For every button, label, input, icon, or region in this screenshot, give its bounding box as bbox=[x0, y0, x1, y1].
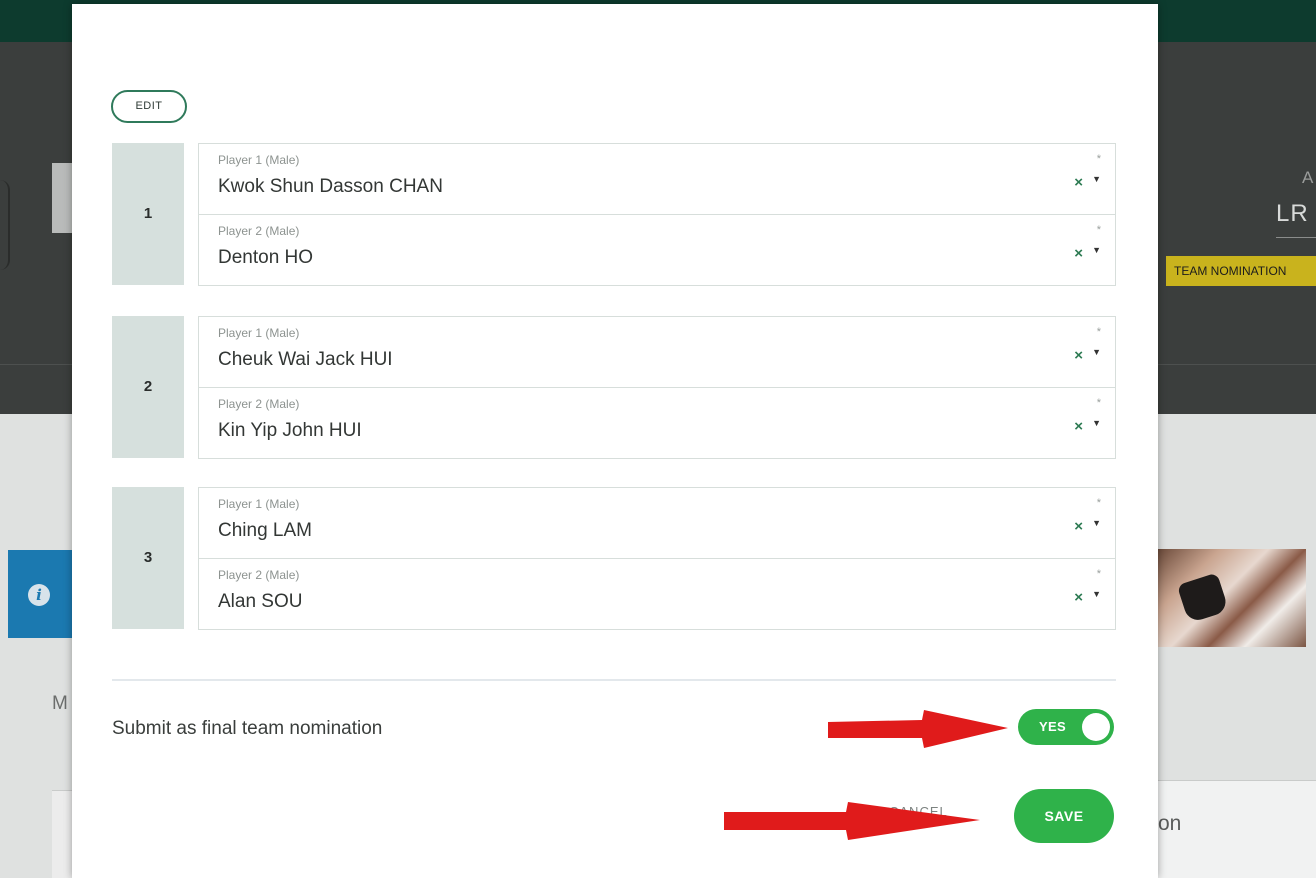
player-select-field[interactable]: Player 1 (Male) Kwok Shun Dasson CHAN * … bbox=[198, 143, 1116, 215]
player-field-label: Player 1 (Male) bbox=[218, 153, 300, 167]
player-field-label: Player 2 (Male) bbox=[218, 224, 300, 238]
pair-number: 2 bbox=[112, 316, 184, 458]
toggle-knob bbox=[1082, 713, 1110, 741]
player-field-label: Player 2 (Male) bbox=[218, 568, 300, 582]
required-marker: * bbox=[1096, 153, 1101, 165]
dropdown-caret-icon[interactable]: ▼ bbox=[1092, 518, 1101, 528]
background-right-panel bbox=[1158, 780, 1316, 878]
player-select-field[interactable]: Player 1 (Male) Ching LAM * × ▼ bbox=[198, 487, 1116, 559]
dropdown-caret-icon[interactable]: ▼ bbox=[1092, 245, 1101, 255]
final-nomination-label: Submit as final team nomination bbox=[112, 718, 383, 739]
section-divider bbox=[112, 679, 1116, 681]
clear-icon[interactable]: × bbox=[1074, 518, 1083, 535]
edit-button[interactable]: EDIT bbox=[111, 90, 187, 123]
clear-icon[interactable]: × bbox=[1074, 589, 1083, 606]
clear-icon[interactable]: × bbox=[1074, 174, 1083, 191]
dropdown-caret-icon[interactable]: ▼ bbox=[1092, 589, 1101, 599]
clear-icon[interactable]: × bbox=[1074, 347, 1083, 364]
clear-icon[interactable]: × bbox=[1074, 245, 1083, 262]
pair-number: 3 bbox=[112, 487, 184, 629]
required-marker: * bbox=[1096, 497, 1101, 509]
toggle-state-label: YES bbox=[1039, 719, 1066, 734]
save-button[interactable]: SAVE bbox=[1014, 789, 1114, 843]
player-field-value: Kin Yip John HUI bbox=[218, 420, 362, 441]
dropdown-caret-icon[interactable]: ▼ bbox=[1092, 347, 1101, 357]
player-select-field[interactable]: Player 2 (Male) Denton HO * × ▼ bbox=[198, 214, 1116, 286]
background-team-nomination-badge: TEAM NOMINATION bbox=[1166, 256, 1316, 286]
info-icon: i bbox=[28, 584, 50, 606]
player-field-label: Player 1 (Male) bbox=[218, 497, 300, 511]
player-field-value: Alan SOU bbox=[218, 591, 303, 612]
background-left-text: M bbox=[52, 693, 68, 714]
clear-icon[interactable]: × bbox=[1074, 418, 1083, 435]
background-left-curve bbox=[0, 180, 10, 270]
background-right-initial: A bbox=[1302, 168, 1314, 187]
dropdown-caret-icon[interactable]: ▼ bbox=[1092, 174, 1101, 184]
player-select-field[interactable]: Player 2 (Male) Alan SOU * × ▼ bbox=[198, 558, 1116, 630]
player-select-field[interactable]: Player 1 (Male) Cheuk Wai Jack HUI * × ▼ bbox=[198, 316, 1116, 388]
dropdown-caret-icon[interactable]: ▼ bbox=[1092, 418, 1101, 428]
required-marker: * bbox=[1096, 326, 1101, 338]
player-field-label: Player 2 (Male) bbox=[218, 397, 300, 411]
required-marker: * bbox=[1096, 224, 1101, 236]
player-field-label: Player 1 (Male) bbox=[218, 326, 300, 340]
background-right-code: LR bbox=[1276, 200, 1309, 227]
background-left-box bbox=[52, 163, 72, 233]
pair-number: 1 bbox=[112, 143, 184, 285]
final-nomination-toggle[interactable]: YES bbox=[1018, 709, 1114, 745]
red-arrow-annotation bbox=[828, 710, 1008, 748]
player-select-field[interactable]: Player 2 (Male) Kin Yip John HUI * × ▼ bbox=[198, 387, 1116, 459]
required-marker: * bbox=[1096, 568, 1101, 580]
background-right-underline bbox=[1276, 237, 1316, 238]
red-arrow-annotation bbox=[724, 802, 980, 840]
background-left-panel bbox=[52, 790, 72, 878]
player-field-value: Denton HO bbox=[218, 247, 314, 268]
player-field-value: Ching LAM bbox=[218, 520, 312, 541]
background-right-text: on bbox=[1158, 812, 1182, 835]
player-field-value: Kwok Shun Dasson CHAN bbox=[218, 176, 443, 197]
required-marker: * bbox=[1096, 397, 1101, 409]
player-field-value: Cheuk Wai Jack HUI bbox=[218, 349, 393, 370]
